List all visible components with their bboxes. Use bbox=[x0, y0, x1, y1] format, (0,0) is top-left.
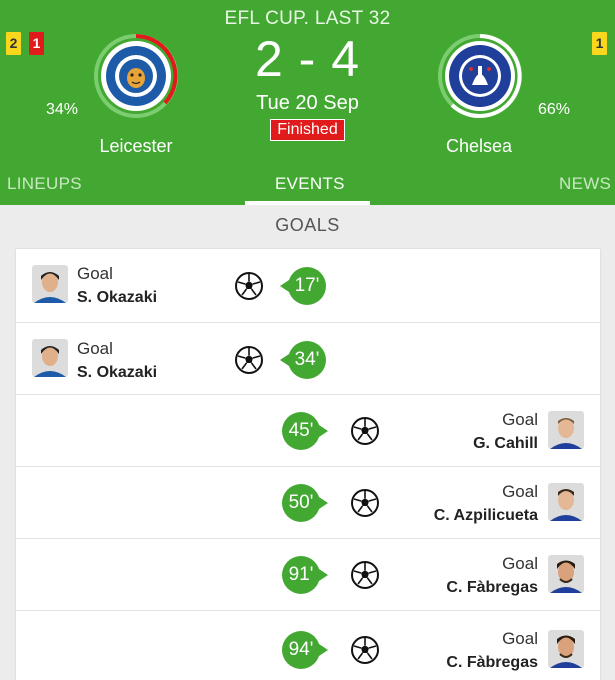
tab-lineups[interactable]: LINEUPS bbox=[7, 174, 82, 194]
away-team-logo[interactable] bbox=[437, 33, 523, 119]
active-tab-indicator bbox=[245, 201, 370, 205]
player-avatar bbox=[548, 483, 584, 521]
tab-news[interactable]: NEWS bbox=[559, 174, 611, 194]
event-player: C. Azpilicueta bbox=[433, 507, 538, 524]
event-player: G. Cahill bbox=[473, 435, 538, 452]
event-player: C. Fàbregas bbox=[446, 654, 538, 671]
section-title-goals: GOALS bbox=[275, 215, 340, 235]
events-list: Goal S. Okazaki 17' Goal S. Okazaki 34' … bbox=[16, 249, 600, 680]
event-type: Goal bbox=[502, 410, 538, 429]
event-player: S. Okazaki bbox=[77, 364, 158, 381]
event-type: Goal bbox=[77, 339, 113, 358]
list-item[interactable]: 45' Goal G. Cahill bbox=[16, 395, 600, 467]
player-avatar bbox=[32, 339, 68, 377]
event-minute-badge: 17' bbox=[280, 267, 328, 305]
list-item[interactable]: Goal S. Okazaki 34' bbox=[16, 323, 600, 395]
event-player: S. Okazaki bbox=[77, 289, 158, 306]
list-item[interactable]: 94' Goal C. Fàbregas bbox=[16, 611, 600, 680]
event-type: Goal bbox=[502, 482, 538, 501]
tab-events[interactable]: EVENTS bbox=[275, 174, 345, 194]
event-type: Goal bbox=[502, 554, 538, 573]
soccer-ball-icon bbox=[234, 271, 264, 301]
event-minute-badge: 45' bbox=[280, 412, 328, 450]
list-item[interactable]: 50' Goal C. Azpilicueta bbox=[16, 467, 600, 539]
event-type: Goal bbox=[77, 264, 113, 283]
event-minute-badge: 94' bbox=[280, 631, 328, 669]
event-minute-badge: 91' bbox=[280, 556, 328, 594]
home-team-name[interactable]: Leicester bbox=[56, 136, 216, 157]
player-avatar bbox=[548, 411, 584, 449]
competition-title: EFL CUP. LAST 32 bbox=[224, 8, 391, 29]
event-minute: 94' bbox=[288, 639, 314, 660]
list-item[interactable]: Goal S. Okazaki 17' bbox=[16, 249, 600, 323]
player-avatar bbox=[548, 555, 584, 593]
event-minute: 34' bbox=[294, 349, 320, 370]
event-minute-badge: 34' bbox=[280, 341, 328, 379]
list-item[interactable]: 91' Goal C. Fàbregas bbox=[16, 539, 600, 611]
event-minute: 45' bbox=[288, 420, 314, 441]
event-minute-badge: 50' bbox=[280, 484, 328, 522]
away-team-name[interactable]: Chelsea bbox=[399, 136, 559, 157]
event-type: Goal bbox=[502, 629, 538, 648]
match-status-badge: Finished bbox=[270, 119, 345, 141]
soccer-ball-icon bbox=[234, 345, 264, 375]
event-minute: 17' bbox=[294, 275, 320, 296]
player-avatar bbox=[548, 630, 584, 668]
away-possession: 66% bbox=[538, 101, 571, 118]
match-header: EFL CUP. LAST 32 2 1 1 34% Leicester 2 -… bbox=[0, 0, 615, 205]
event-minute: 91' bbox=[288, 564, 314, 585]
event-player: C. Fàbregas bbox=[446, 579, 538, 596]
player-avatar bbox=[32, 265, 68, 303]
event-minute: 50' bbox=[288, 492, 314, 513]
